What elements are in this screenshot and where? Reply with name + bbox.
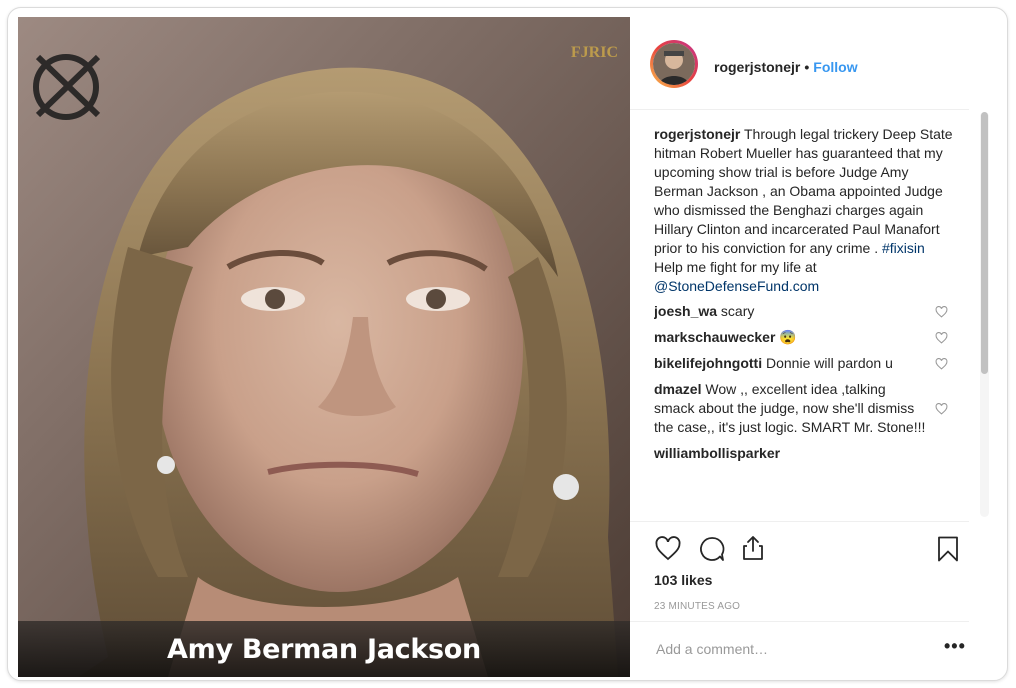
comment-row: bikelifejohngotti Donnie will pardon u [654, 354, 954, 373]
header-username[interactable]: rogerjstonejr [714, 59, 800, 75]
post-photo[interactable]: FJRIC Amy Berman Jackson [18, 17, 630, 677]
comment-bubble-icon[interactable] [698, 535, 726, 563]
caption-text-2: Help me fight for my life at [654, 259, 817, 275]
photo-caption: Amy Berman Jackson [167, 633, 481, 665]
header-username-row: rogerjstonejr • Follow [714, 59, 858, 75]
comments-list[interactable]: rogerjstonejr Through legal trickery Dee… [654, 125, 954, 521]
likes-count[interactable]: 103 likes [654, 572, 712, 588]
more-options-button[interactable]: ••• [944, 636, 966, 657]
avatar-icon [653, 43, 695, 85]
heart-icon[interactable] [935, 402, 948, 415]
post-card: FJRIC Amy Berman Jackson rogerjstonejr • F… [7, 7, 1008, 681]
watermark: FJRIC [570, 44, 618, 61]
action-bar: 103 likes 23 MINUTES AGO ••• [630, 521, 969, 678]
comment-user[interactable]: williambollisparker [654, 445, 780, 461]
add-comment-input[interactable] [654, 637, 918, 661]
bookmark-icon[interactable] [934, 535, 962, 563]
portrait-image [18, 17, 630, 677]
heart-icon[interactable] [654, 535, 682, 563]
photo-caption-bar: Amy Berman Jackson [18, 621, 630, 677]
comment-row: williambollisparker [654, 444, 954, 463]
comment-user[interactable]: joesh_wa [654, 303, 717, 319]
post-caption: rogerjstonejr Through legal trickery Dee… [654, 125, 954, 296]
comment-user[interactable]: dmazel [654, 381, 701, 397]
avatar[interactable] [650, 40, 698, 88]
heart-icon[interactable] [935, 357, 948, 370]
post-timestamp[interactable]: 23 MINUTES AGO [654, 601, 740, 612]
comment-row: markschauwecker 😨 [654, 328, 954, 347]
heart-icon[interactable] [935, 331, 948, 344]
separator-dot: • [804, 59, 810, 75]
scrollbar-thumb[interactable] [981, 112, 988, 374]
comment-row: joesh_wa scary [654, 302, 954, 321]
caption-text: Through legal trickery Deep State hitman… [654, 126, 953, 256]
comment-text: scary [717, 303, 755, 319]
comment-text: 😨 [775, 329, 797, 345]
add-comment-row: ••• [630, 621, 969, 678]
comment-user[interactable]: markschauwecker [654, 329, 775, 345]
post-sidebar: rogerjstonejr • Follow rogerjstonejr Throu… [630, 17, 1006, 677]
comment-text: Donnie will pardon u [762, 355, 893, 371]
post-header: rogerjstonejr • Follow [630, 17, 969, 110]
comment-row: dmazel Wow ,, excellent idea ,talking sm… [654, 380, 954, 437]
comments-scrollbar[interactable] [980, 112, 989, 517]
mention-link[interactable]: @StoneDefenseFund.com [654, 278, 819, 294]
avatar-image [653, 43, 695, 85]
caption-author[interactable]: rogerjstonejr [654, 126, 740, 142]
hashtag-link[interactable]: #fixisin [882, 240, 925, 256]
follow-button[interactable]: Follow [813, 59, 857, 75]
share-icon[interactable] [739, 534, 767, 562]
comment-user[interactable]: bikelifejohngotti [654, 355, 762, 371]
heart-icon[interactable] [935, 305, 948, 318]
